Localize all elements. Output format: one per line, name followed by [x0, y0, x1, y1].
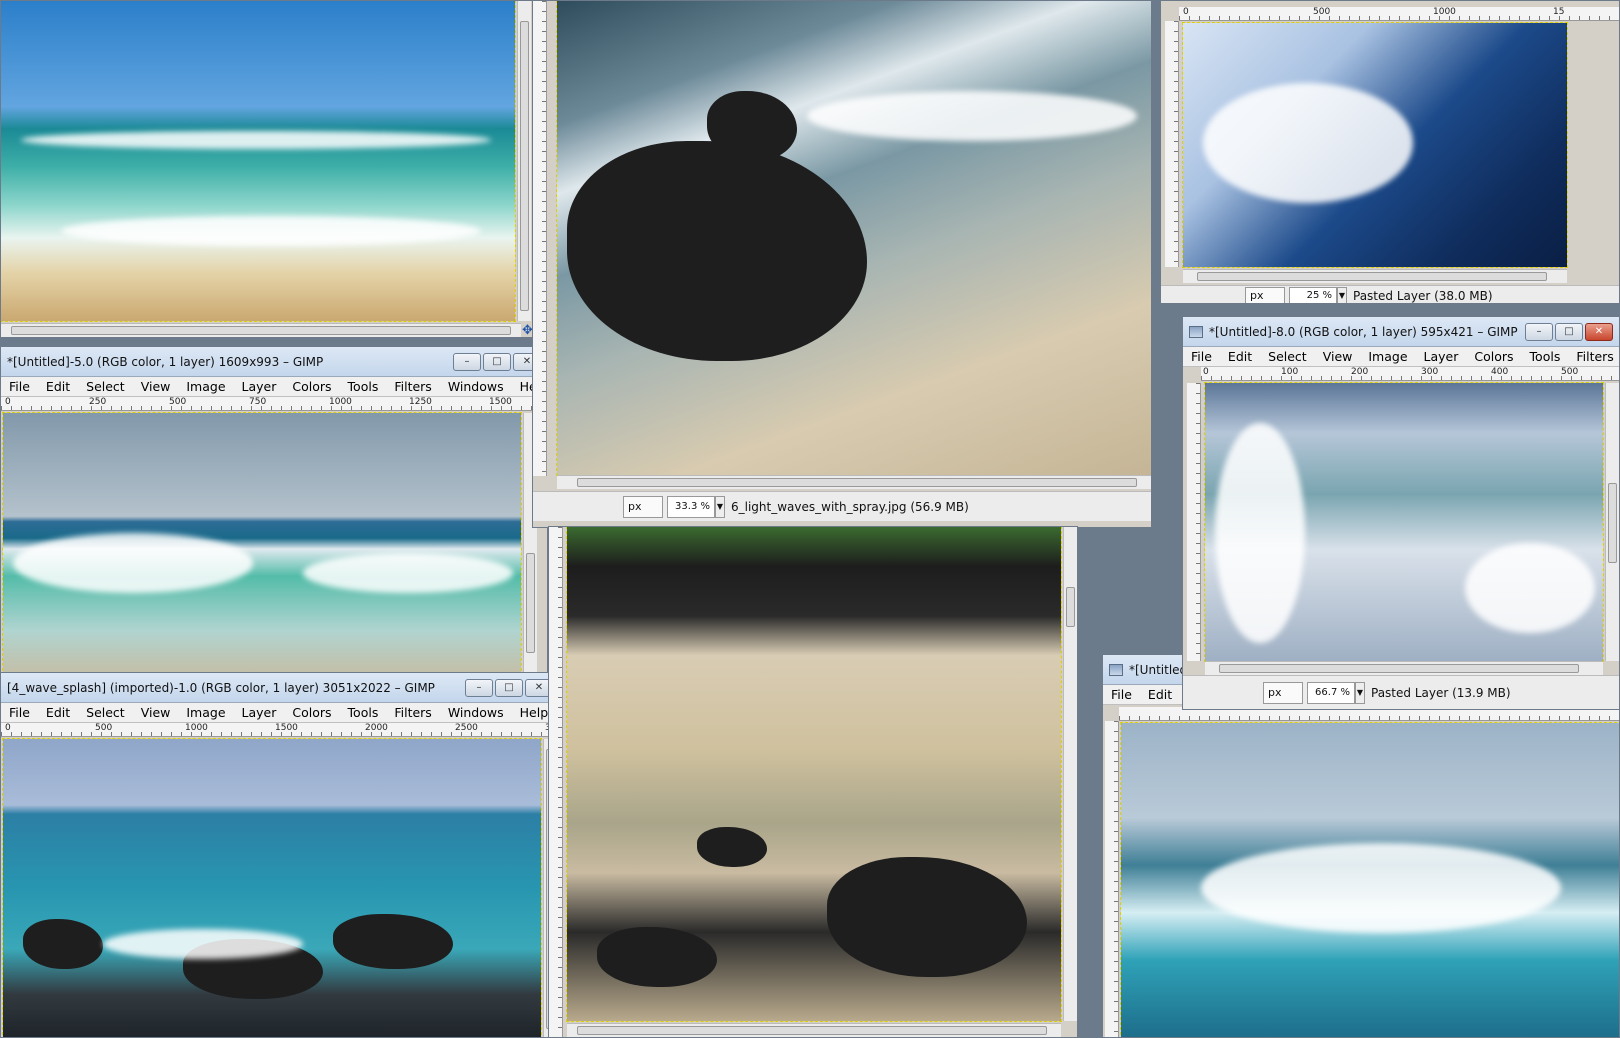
menu-windows[interactable]: Windows — [440, 705, 512, 720]
image-canvas-curl[interactable] — [1182, 22, 1568, 268]
zoom-input[interactable]: 66.7 % — [1307, 681, 1355, 704]
menu-filters[interactable]: Filters — [1568, 349, 1619, 364]
horizontal-ruler: 0 250 500 750 1000 1250 1500 — [1, 397, 547, 411]
horizontal-ruler: 0 500 1000 1500 2000 2500 30 — [1, 723, 559, 737]
menu-windows[interactable]: Windows — [440, 379, 512, 394]
vertical-scrollbar[interactable] — [1063, 527, 1077, 1021]
gimp-window-light-waves: px 33.3 % ▼ 6_light_waves_with_spray.jpg… — [532, 0, 1152, 528]
menu-view[interactable]: View — [133, 379, 179, 394]
menu-layer[interactable]: Layer — [234, 705, 285, 720]
horizontal-scrollbar[interactable] — [557, 475, 1151, 489]
horizontal-ruler: 0 500 1000 15 — [1179, 7, 1619, 21]
menu-filters[interactable]: Filters — [386, 379, 439, 394]
zoom-input[interactable]: 25 % — [1289, 286, 1337, 303]
image-window-beach-top: ✥ — [0, 0, 534, 338]
window-titlebar[interactable]: *[Untitled]-5.0 (RGB color, 1 layer) 160… — [1, 347, 547, 377]
menu-file[interactable]: File — [1, 705, 38, 720]
image-window-rocky-beach — [548, 526, 1078, 1038]
vertical-scrollbar[interactable] — [517, 1, 531, 321]
vertical-ruler — [1187, 383, 1201, 661]
menubar: File Edit Select View Image Layer Colors… — [1, 703, 559, 723]
window-title: *[Untitled]-5.0 (RGB color, 1 layer) 160… — [7, 354, 324, 369]
zoom-dropdown-icon[interactable]: ▼ — [1337, 286, 1347, 303]
gimp-app-icon — [1189, 325, 1203, 338]
menu-file[interactable]: File — [1103, 687, 1140, 702]
menu-image[interactable]: Image — [178, 705, 233, 720]
vertical-scrollbar[interactable] — [1605, 383, 1619, 661]
menu-tools[interactable]: Tools — [340, 379, 387, 394]
status-text: 6_light_waves_with_spray.jpg (56.9 MB) — [731, 499, 969, 514]
unit-selector[interactable]: px — [1245, 286, 1285, 303]
menu-colors[interactable]: Colors — [284, 705, 339, 720]
image-canvas-light-waves[interactable] — [556, 1, 1151, 476]
zoom-dropdown-icon[interactable]: ▼ — [715, 495, 725, 518]
window-titlebar[interactable]: *[Untitled]-8.0 (RGB color, 1 layer) 595… — [1183, 317, 1619, 347]
menu-edit[interactable]: Edit — [38, 705, 78, 720]
menu-file[interactable]: File — [1, 379, 38, 394]
status-text: Pasted Layer (38.0 MB) — [1353, 288, 1493, 303]
status-text: Pasted Layer (13.9 MB) — [1371, 685, 1511, 700]
close-button[interactable]: ✕ — [1585, 322, 1613, 341]
menu-edit[interactable]: Edit — [1140, 687, 1180, 702]
menu-tools[interactable]: Tools — [1522, 349, 1569, 364]
maximize-button[interactable]: □ — [495, 678, 523, 697]
menu-colors[interactable]: Colors — [1466, 349, 1521, 364]
unit-selector[interactable]: px — [623, 495, 663, 518]
menu-tools[interactable]: Tools — [340, 705, 387, 720]
menu-layer[interactable]: Layer — [234, 379, 285, 394]
gimp-window-curl: 0 500 1000 15 px 25 % ▼ Pasted Layer (38… — [1160, 0, 1620, 304]
statusbar: px 66.7 % ▼ Pasted Layer (13.9 MB) — [1183, 675, 1619, 709]
menu-layer[interactable]: Layer — [1416, 349, 1467, 364]
minimize-button[interactable]: – — [465, 678, 493, 697]
vertical-ruler — [1165, 21, 1179, 267]
vertical-ruler — [1105, 721, 1119, 1037]
statusbar: px 25 % ▼ Pasted Layer (38.0 MB) — [1161, 285, 1619, 303]
menu-file[interactable]: File — [1183, 349, 1220, 364]
menu-select[interactable]: Select — [78, 705, 133, 720]
minimize-button[interactable]: – — [1525, 322, 1553, 341]
vertical-ruler — [549, 527, 563, 1037]
gimp-app-icon — [1109, 663, 1123, 676]
maximize-button[interactable]: □ — [1555, 322, 1583, 341]
gimp-window-untitled-partial: *[Untitled File Edit — [1102, 654, 1620, 1038]
horizontal-scrollbar[interactable] — [1, 323, 521, 337]
menubar: File Edit Select View Image Layer Colors… — [1, 377, 547, 397]
zoom-input[interactable]: 33.3 % — [667, 495, 715, 518]
menu-edit[interactable]: Edit — [38, 379, 78, 394]
menu-filters[interactable]: Filters — [386, 705, 439, 720]
maximize-button[interactable]: □ — [483, 352, 511, 371]
menu-view[interactable]: View — [133, 705, 179, 720]
image-canvas-wave-splash[interactable] — [2, 738, 542, 1037]
vertical-ruler — [533, 1, 547, 476]
image-canvas-green-wave[interactable] — [2, 412, 522, 685]
menu-image[interactable]: Image — [178, 379, 233, 394]
gimp-window-wave-splash: [4_wave_splash] (imported)-1.0 (RGB colo… — [0, 672, 560, 1038]
zoom-dropdown-icon[interactable]: ▼ — [1355, 681, 1365, 704]
window-title: *[Untitled]-8.0 (RGB color, 1 layer) 595… — [1209, 324, 1518, 339]
window-titlebar[interactable]: [4_wave_splash] (imported)-1.0 (RGB colo… — [1, 673, 559, 703]
horizontal-ruler: 0 100 200 300 400 500 — [1201, 367, 1619, 381]
image-canvas-rocky-beach[interactable] — [566, 527, 1062, 1022]
image-canvas-surfer[interactable] — [1204, 382, 1604, 662]
menubar: File Edit Select View Image Layer Colors… — [1183, 347, 1619, 367]
menu-select[interactable]: Select — [78, 379, 133, 394]
image-canvas-breaking-wave[interactable] — [1120, 722, 1619, 1037]
statusbar: px 33.3 % ▼ 6_light_waves_with_spray.jpg… — [533, 491, 1151, 521]
minimize-button[interactable]: – — [453, 352, 481, 371]
horizontal-scrollbar[interactable] — [567, 1023, 1061, 1037]
horizontal-scrollbar[interactable] — [1205, 661, 1603, 675]
menu-image[interactable]: Image — [1360, 349, 1415, 364]
unit-selector[interactable]: px — [1263, 681, 1303, 704]
window-title: [4_wave_splash] (imported)-1.0 (RGB colo… — [7, 680, 435, 695]
menu-colors[interactable]: Colors — [284, 379, 339, 394]
menu-view[interactable]: View — [1315, 349, 1361, 364]
gimp-window-untitled-8: *[Untitled]-8.0 (RGB color, 1 layer) 595… — [1182, 316, 1620, 710]
menu-select[interactable]: Select — [1260, 349, 1315, 364]
image-canvas-beach[interactable] — [1, 1, 516, 322]
menu-edit[interactable]: Edit — [1220, 349, 1260, 364]
horizontal-scrollbar[interactable] — [1183, 269, 1567, 283]
gimp-window-untitled-5: *[Untitled]-5.0 (RGB color, 1 layer) 160… — [0, 346, 548, 686]
